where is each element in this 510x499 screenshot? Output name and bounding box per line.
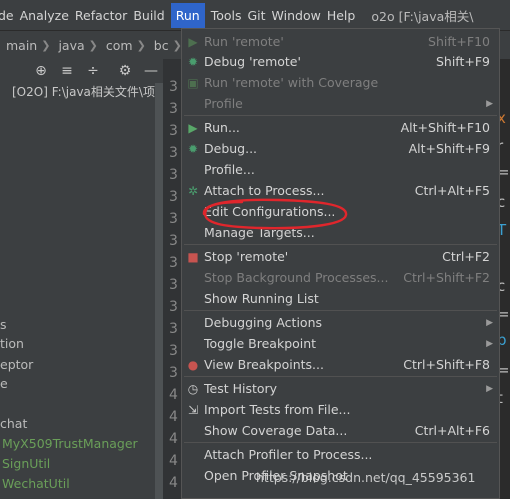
expand-all-icon[interactable]: ≡: [54, 63, 80, 79]
tree-item[interactable]: s: [0, 317, 7, 332]
tree-item[interactable]: eptor: [0, 357, 33, 372]
line-number: 3: [169, 123, 178, 139]
run-icon: ▶: [188, 34, 198, 49]
submenu-arrow-icon: ▶: [486, 98, 493, 109]
menu-item-test-history[interactable]: ◷ Test History ▶: [182, 378, 499, 399]
line-number: 3: [169, 255, 178, 271]
menu-item-debug-dialog[interactable]: ✹ Debug... Alt+Shift+F9: [182, 138, 499, 159]
menu-run[interactable]: Run: [170, 2, 205, 28]
menu-item-run-remote[interactable]: ▶ Run 'remote' Shift+F10: [182, 31, 499, 52]
menu-refactor[interactable]: Refactor: [75, 8, 133, 23]
menu-bar: de Analyze Refactor Build Run Tools Git …: [0, 0, 510, 30]
menu-divider: [184, 442, 497, 443]
line-number: 4: [169, 475, 178, 491]
coverage-icon: ▣: [187, 75, 199, 90]
menu-divider: [184, 244, 497, 245]
run-icon: ▶: [188, 120, 198, 135]
menu-item-run-with-coverage[interactable]: ▣ Run 'remote' with Coverage: [182, 72, 499, 93]
chevron-right-icon: ❯: [41, 38, 51, 52]
line-number: 3: [169, 365, 178, 381]
submenu-arrow-icon: ▶: [486, 317, 493, 328]
line-number: 3: [169, 233, 178, 249]
tree-item[interactable]: chat: [0, 416, 27, 431]
menu-analyze[interactable]: Analyze: [20, 8, 75, 23]
panel-splitter[interactable]: [155, 83, 163, 499]
minimize-icon[interactable]: —: [138, 63, 164, 79]
menu-item-stop-background[interactable]: Stop Background Processes... Ctrl+Shift+…: [182, 267, 499, 288]
menu-item-profile-dialog[interactable]: Profile...: [182, 159, 499, 180]
line-number: 4: [169, 387, 178, 403]
tree-item[interactable]: tion: [0, 336, 24, 351]
line-number: 4: [169, 409, 178, 425]
menu-build[interactable]: Build: [133, 8, 170, 23]
line-number: 3: [169, 299, 178, 315]
import-icon: ⇲: [187, 402, 199, 417]
menu-item-toggle-breakpoint[interactable]: Toggle Breakpoint ▶: [182, 333, 499, 354]
chevron-right-icon: ❯: [88, 38, 98, 52]
tree-item-signutil[interactable]: SignUtil: [2, 456, 50, 471]
menu-item-run-dialog[interactable]: ▶ Run... Alt+Shift+F10: [182, 117, 499, 138]
menu-item-debug-remote[interactable]: ✹ Debug 'remote' Shift+F9: [182, 51, 499, 72]
line-number: 4: [169, 431, 178, 447]
tree-item[interactable]: e: [0, 376, 8, 391]
breakpoints-icon: ●: [187, 357, 199, 372]
menu-tools[interactable]: Tools: [211, 8, 248, 23]
menu-item-profile-submenu[interactable]: Profile ▶: [182, 93, 499, 114]
menu-item-import-tests[interactable]: ⇲ Import Tests from File...: [182, 399, 499, 420]
menu-item-view-breakpoints[interactable]: ● View Breakpoints... Ctrl+Shift+F8: [182, 354, 499, 375]
menu-help[interactable]: Help: [327, 8, 362, 23]
line-number: 3: [169, 189, 178, 205]
tree-item-wechatutil[interactable]: WechatUtil: [2, 476, 70, 491]
red-highlight-ellipse: [202, 198, 348, 230]
submenu-arrow-icon: ▶: [486, 338, 493, 349]
line-number: 3: [169, 343, 178, 359]
debug-icon: ✹: [187, 54, 199, 69]
stop-icon: ■: [187, 249, 199, 264]
line-number: 3: [169, 211, 178, 227]
line-number: 3: [169, 145, 178, 161]
run-menu-dropdown: ▶ Run 'remote' Shift+F10 ✹ Debug 'remote…: [181, 28, 500, 499]
project-panel: [O2O] F:\java相关文件\项目 s tion eptor e chat…: [0, 83, 167, 499]
project-toolbar: ⊕ ≡ ÷ ⚙ —: [0, 59, 178, 83]
locate-icon[interactable]: ⊕: [28, 63, 54, 79]
window-title: o2o [F:\java相关\: [371, 8, 474, 24]
menu-item-stop-remote[interactable]: ■ Stop 'remote' Ctrl+F2: [182, 246, 499, 267]
line-number: 3: [169, 321, 178, 337]
gear-icon[interactable]: ⚙: [112, 63, 138, 79]
menu-divider: [184, 376, 497, 377]
menu-divider: [184, 310, 497, 311]
watermark-text: https://blog.csdn.net/qq_45595361: [256, 470, 476, 485]
menu-divider: [184, 115, 497, 116]
submenu-arrow-icon: ▶: [486, 383, 493, 394]
menu-item-show-coverage-data[interactable]: Show Coverage Data... Ctrl+Alt+F6: [182, 420, 499, 441]
breadcrumb-bc[interactable]: bc: [148, 38, 171, 53]
chevron-right-icon: ❯: [136, 38, 146, 52]
collapse-all-icon[interactable]: ÷: [80, 63, 106, 79]
breadcrumb-main[interactable]: main: [0, 38, 39, 53]
tree-item-myx509trustmanager[interactable]: MyX509TrustManager: [2, 436, 138, 451]
line-number: 3: [169, 167, 178, 183]
menu-code[interactable]: de: [0, 8, 20, 23]
menu-item-attach-profiler[interactable]: Attach Profiler to Process...: [182, 444, 499, 465]
breadcrumb-java[interactable]: java: [52, 38, 86, 53]
line-number: 3: [169, 79, 178, 95]
menu-git[interactable]: Git: [247, 8, 271, 23]
history-icon: ◷: [187, 381, 199, 396]
menu-item-show-running-list[interactable]: Show Running List: [182, 288, 499, 309]
menu-window[interactable]: Window: [272, 8, 327, 23]
menu-item-debugging-actions[interactable]: Debugging Actions ▶: [182, 312, 499, 333]
project-root[interactable]: [O2O] F:\java相关文件\项目: [12, 83, 167, 100]
line-number: 4: [169, 453, 178, 469]
line-number: 3: [169, 101, 178, 117]
debug-icon: ✹: [187, 141, 199, 156]
breadcrumb-com[interactable]: com: [100, 38, 135, 53]
line-number: 3: [169, 277, 178, 293]
